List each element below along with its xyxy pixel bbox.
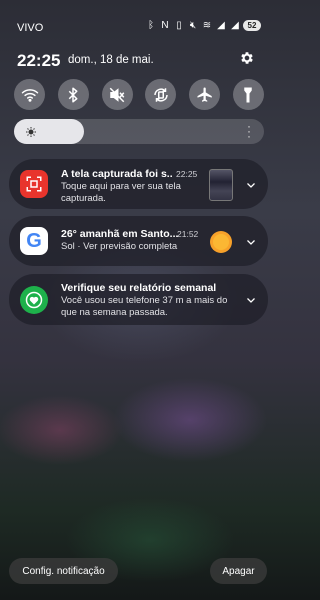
vibrate-icon: ▯ — [176, 20, 182, 31]
notification-screenshot[interactable]: A tela capturada foi s... 22:25 Toque aq… — [9, 159, 268, 209]
notification-body: Sol · Ver previsão completa — [61, 241, 178, 252]
notification-title: Verifique seu relatório semanal — [61, 282, 217, 294]
more-options-icon[interactable]: · · · — [246, 120, 252, 142]
chevron-down-icon[interactable] — [245, 294, 257, 306]
quick-toggles — [14, 79, 264, 110]
screenshot-thumbnail — [209, 169, 233, 201]
chevron-down-icon[interactable] — [245, 236, 257, 248]
wifi-icon: ≋ — [202, 20, 212, 31]
screenshot-app-icon — [20, 170, 48, 198]
notification-body: Toque aqui para ver sua tela capturada. — [61, 181, 181, 204]
notification-settings-button[interactable]: Config. notificação — [9, 558, 118, 584]
clock: 22:25 — [17, 51, 61, 70]
carrier-name: VIVO — [17, 22, 44, 34]
sound-toggle[interactable] — [101, 79, 133, 110]
notification-title: 26° amanhã em Santo... — [61, 228, 179, 240]
gear-icon[interactable] — [239, 50, 255, 66]
rotate-icon — [154, 87, 168, 102]
notification-health[interactable]: Verifique seu relatório semanal Você uso… — [9, 274, 268, 325]
clear-button[interactable]: Apagar — [210, 558, 267, 584]
wifi-icon — [21, 88, 38, 102]
flashlight-icon — [244, 87, 253, 102]
airplane-toggle[interactable] — [189, 79, 221, 110]
date: dom., 18 de mai. — [68, 54, 154, 66]
sun-icon — [26, 127, 36, 137]
bluetooth-toggle[interactable] — [57, 79, 89, 110]
notification-time: 21:52 — [177, 229, 199, 239]
wifi-toggle[interactable] — [14, 79, 45, 110]
battery-indicator: 52 — [243, 20, 261, 31]
notification-title: A tela capturada foi s... — [61, 168, 173, 180]
bluetooth-icon: ᛒ — [148, 20, 154, 31]
bluetooth-icon — [69, 87, 78, 102]
nfc-icon: N — [161, 20, 169, 31]
google-app-icon: G — [20, 227, 48, 255]
signal-icon: ◢ — [217, 20, 225, 31]
notification-body: Você usou seu telefone 37 m a mais do qu… — [61, 295, 228, 318]
mute-icon: 🔇︎ — [189, 20, 197, 31]
airplane-icon — [197, 87, 212, 102]
flashlight-toggle[interactable] — [232, 79, 264, 110]
notification-time: 22:25 — [176, 169, 198, 179]
chevron-down-icon[interactable] — [245, 179, 257, 191]
status-icons: ᛒ N ▯ 🔇︎ ≋ ◢ ◢ 52 — [145, 20, 261, 31]
notification-weather[interactable]: G 26° amanhã em Santo... 21:52 Sol · Ver… — [9, 216, 268, 266]
health-app-icon — [20, 286, 48, 314]
sun-weather-icon — [210, 231, 232, 253]
auto-rotate-toggle[interactable] — [145, 79, 177, 110]
mute-icon — [109, 87, 125, 102]
signal-icon: ◢ — [231, 20, 239, 31]
